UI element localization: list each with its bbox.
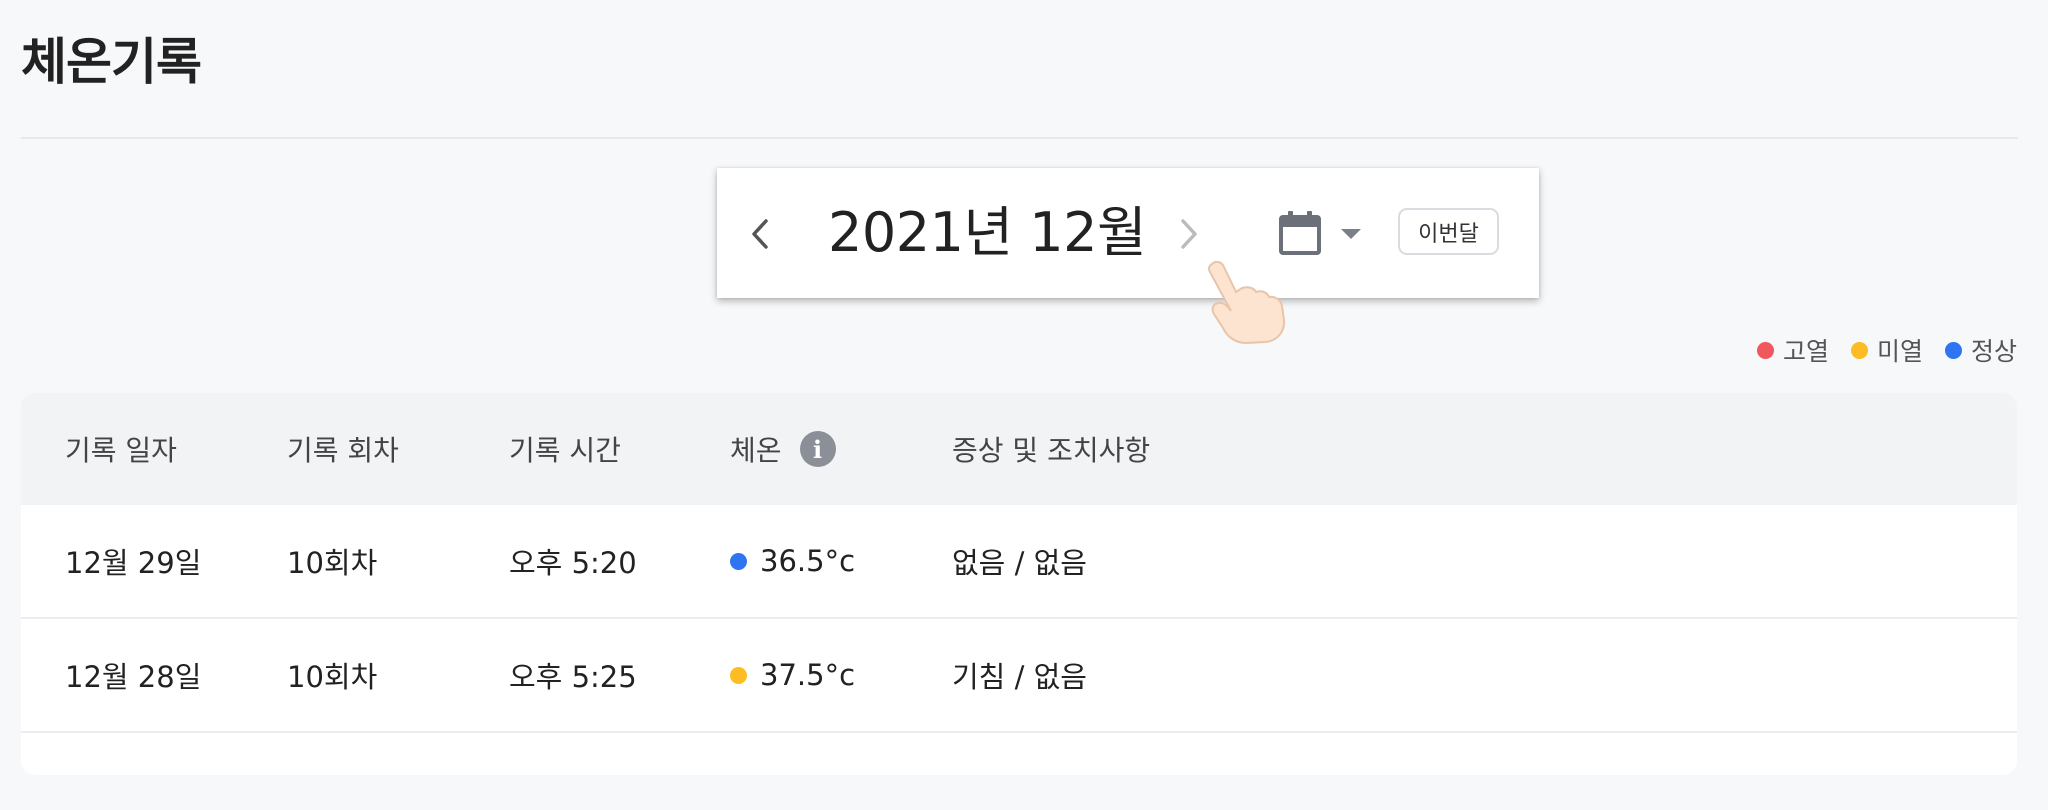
title-divider (21, 137, 2018, 139)
calendar-picker-button[interactable] (1278, 206, 1374, 260)
temperature-cell: 37.5°c (730, 619, 855, 731)
record-date: 12월 28일 (65, 660, 202, 694)
table-row[interactable]: 12월 29일 10회차 오후 5:20 36.5°c 없음 / 없음 (21, 505, 2017, 619)
header-record-round: 기록 회차 (287, 434, 399, 467)
temperature-value: 36.5°c (760, 544, 856, 578)
header-temperature: 체온 i (730, 393, 836, 505)
table-header: 기록 일자 기록 회차 기록 시간 체온 i 증상 및 조치사항 (21, 393, 2017, 505)
record-date: 12월 29일 (65, 546, 202, 580)
header-symptoms: 증상 및 조치사항 (952, 434, 1151, 467)
calendar-icon (1279, 211, 1321, 255)
legend-label: 고열 (1782, 337, 1829, 366)
legend-label: 미열 (1876, 337, 1923, 366)
page-title: 체온기록 (21, 33, 202, 91)
normal-dot (1944, 341, 1962, 359)
header-record-date: 기록 일자 (65, 434, 177, 467)
legend-item-normal: 정상 (1944, 332, 2017, 368)
temperature-cell: 36.5°c (730, 505, 855, 617)
record-round: 10회차 (287, 660, 378, 694)
temperature-record-table: 기록 일자 기록 회차 기록 시간 체온 i 증상 및 조치사항 12월 29일… (21, 393, 2017, 775)
this-month-button[interactable]: 이번달 (1398, 208, 1499, 255)
temperature-legend: 고열 미열 정상 (1756, 332, 2017, 368)
header-temperature-label: 체온 (730, 434, 782, 467)
status-dot (730, 552, 747, 570)
info-icon[interactable]: i (799, 431, 836, 467)
previous-month-button[interactable] (740, 209, 780, 259)
next-month-button[interactable] (1169, 209, 1209, 259)
record-round: 10회차 (287, 546, 378, 580)
symptoms-actions: 없음 / 없음 (952, 546, 1087, 580)
temperature-value: 37.5°c (760, 658, 856, 692)
chevron-left-icon (752, 219, 768, 249)
header-record-time: 기록 시간 (509, 434, 621, 467)
current-month-label: 2021년 12월 (828, 201, 1147, 264)
legend-item-high-fever: 고열 (1756, 332, 1829, 368)
mild-fever-dot (1850, 341, 1868, 359)
record-time: 오후 5:20 (509, 546, 637, 580)
table-row[interactable]: 12월 28일 10회차 오후 5:25 37.5°c 기침 / 없음 (21, 619, 2017, 733)
high-fever-dot (1756, 341, 1774, 359)
legend-item-mild-fever: 미열 (1850, 332, 1923, 368)
chevron-right-icon (1181, 219, 1197, 249)
record-time: 오후 5:25 (509, 660, 637, 694)
symptoms-actions: 기침 / 없음 (952, 660, 1087, 694)
status-dot (730, 666, 747, 684)
caret-down-icon (1341, 229, 1361, 239)
legend-label: 정상 (1970, 337, 2017, 366)
